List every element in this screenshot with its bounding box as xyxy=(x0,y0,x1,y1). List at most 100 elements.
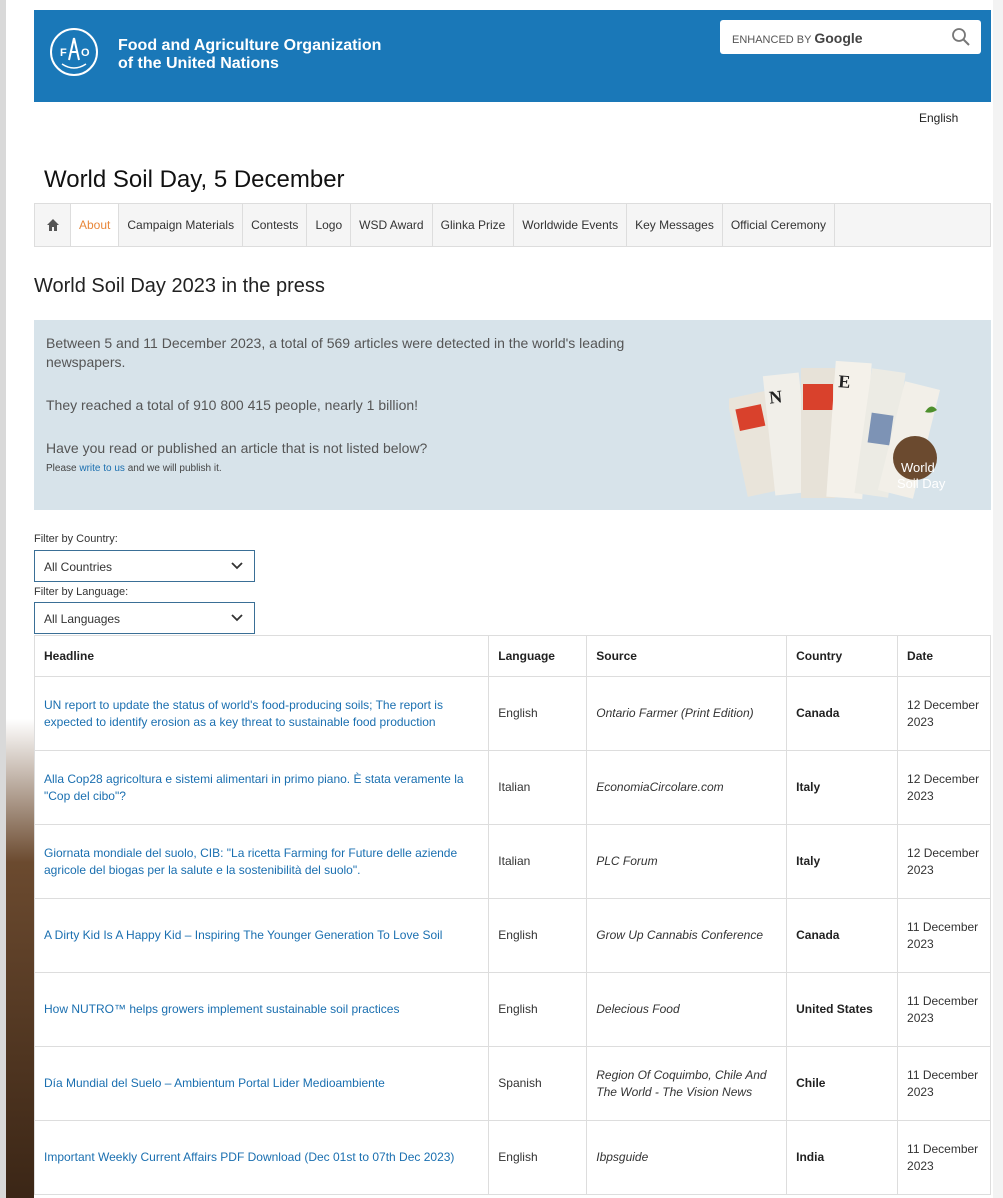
headline-link[interactable]: Giornata mondiale del suolo, CIB: "La ri… xyxy=(44,846,457,877)
newspapers-illustration: N E World Soil Day xyxy=(729,360,946,500)
nav-key-messages[interactable]: Key Messages xyxy=(627,204,723,246)
headline-link[interactable]: Día Mundial del Suelo – Ambientum Portal… xyxy=(44,1076,385,1090)
headline-cell: Giornata mondiale del suolo, CIB: "La ri… xyxy=(33,824,490,899)
nav-home[interactable] xyxy=(35,204,71,246)
language-cell: English xyxy=(488,898,588,973)
headline-link[interactable]: How NUTRO™ helps growers implement susta… xyxy=(44,1002,399,1016)
language-cell: English xyxy=(488,676,588,751)
nav-wsd-award[interactable]: WSD Award xyxy=(351,204,433,246)
page: F O Food and Agriculture Organization of… xyxy=(33,0,993,1198)
country-cell: Canada xyxy=(786,898,899,973)
headline-cell: Important Weekly Current Affairs PDF Dow… xyxy=(33,1120,490,1195)
language-selector[interactable]: English xyxy=(919,111,958,125)
country-filter-value: All Countries xyxy=(44,560,113,574)
svg-text:F: F xyxy=(60,47,67,59)
newspapers-logo-text-1: World xyxy=(901,460,935,475)
column-header-source[interactable]: Source xyxy=(586,635,788,677)
country-cell: Italy xyxy=(786,750,899,825)
country-filter-select[interactable]: All Countries xyxy=(34,550,255,582)
source-cell: Ibpsguide xyxy=(586,1120,788,1195)
nav-worldwide-events[interactable]: Worldwide Events xyxy=(514,204,628,246)
banner-question-text: Have you read or published an article th… xyxy=(46,440,428,456)
write-to-us-link[interactable]: write to us xyxy=(79,463,125,474)
language-cell: Spanish xyxy=(488,1046,588,1121)
nav-about[interactable]: About xyxy=(71,204,120,246)
source-cell: Ontario Farmer (Print Edition) xyxy=(586,676,788,751)
source-cell: Region Of Coquimbo, Chile And The World … xyxy=(586,1046,788,1121)
search-input[interactable]: ENHANCED BY Google xyxy=(720,20,981,54)
country-cell: United States xyxy=(786,972,899,1047)
table-row: Alla Cop28 agricoltura e sistemi aliment… xyxy=(33,750,991,825)
banner-contact-suffix: and we will publish it. xyxy=(124,463,222,474)
svg-text:E: E xyxy=(838,371,851,392)
headline-cell: Alla Cop28 agricoltura e sistemi aliment… xyxy=(33,750,490,825)
country-cell: Italy xyxy=(786,824,899,899)
date-cell: 11 December 2023 xyxy=(897,1120,991,1195)
source-cell: EconomiaCircolare.com xyxy=(586,750,788,825)
search-label: ENHANCED BY Google xyxy=(732,30,863,46)
nav-glinka-prize[interactable]: Glinka Prize xyxy=(432,204,515,246)
date-cell: 11 December 2023 xyxy=(897,972,991,1047)
date-cell: 12 December 2023 xyxy=(897,824,991,899)
column-header-country[interactable]: Country xyxy=(786,635,899,677)
language-cell: English xyxy=(488,972,588,1047)
country-cell: India xyxy=(786,1120,899,1195)
chevron-down-icon xyxy=(231,562,243,570)
country-cell: Canada xyxy=(786,676,899,751)
headline-link[interactable]: Important Weekly Current Affairs PDF Dow… xyxy=(44,1150,454,1164)
nav-contests[interactable]: Contests xyxy=(243,204,308,246)
org-name[interactable]: Food and Agriculture Organization of the… xyxy=(118,37,381,73)
section-title: World Soil Day 2023 in the press xyxy=(34,275,325,297)
column-header-date[interactable]: Date xyxy=(897,635,991,677)
source-cell: Grow Up Cannabis Conference xyxy=(586,898,788,973)
headline-cell: Día Mundial del Suelo – Ambientum Portal… xyxy=(33,1046,490,1121)
column-header-language[interactable]: Language xyxy=(488,635,588,677)
nav-official-ceremony[interactable]: Official Ceremony xyxy=(722,204,835,246)
table-row: A Dirty Kid Is A Happy Kid – Inspiring T… xyxy=(33,898,991,973)
headline-link[interactable]: UN report to update the status of world'… xyxy=(44,698,443,729)
fao-logo-icon[interactable]: F O xyxy=(50,28,98,76)
svg-text:N: N xyxy=(768,386,783,407)
newspapers-logo-text-2: Soil Day xyxy=(897,476,946,491)
table-row: Día Mundial del Suelo – Ambientum Portal… xyxy=(33,1046,991,1121)
headline-cell: A Dirty Kid Is A Happy Kid – Inspiring T… xyxy=(33,898,490,973)
background-right xyxy=(993,0,1003,1198)
language-cell: Italian xyxy=(488,824,588,899)
language-cell: English xyxy=(488,1120,588,1195)
language-cell: Italian xyxy=(488,750,588,825)
banner-contact-text: Please write to us and we will publish i… xyxy=(46,463,222,474)
headline-cell: How NUTRO™ helps growers implement susta… xyxy=(33,972,490,1047)
press-banner: Between 5 and 11 December 2023, a total … xyxy=(34,320,991,510)
headline-link[interactable]: A Dirty Kid Is A Happy Kid – Inspiring T… xyxy=(44,928,442,942)
nav-logo[interactable]: Logo xyxy=(307,204,352,246)
search-label-prefix: ENHANCED BY xyxy=(732,34,812,46)
home-icon xyxy=(46,219,59,231)
language-filter-select[interactable]: All Languages xyxy=(34,602,255,634)
chevron-down-icon xyxy=(231,614,243,622)
site-header: F O Food and Agriculture Organization of… xyxy=(34,10,991,102)
org-name-line1: Food and Agriculture Organization xyxy=(118,37,382,54)
date-cell: 12 December 2023 xyxy=(897,676,991,751)
filter-country-label: Filter by Country: xyxy=(34,533,118,545)
column-header-headline[interactable]: Headline xyxy=(33,635,490,677)
banner-contact-prefix: Please xyxy=(46,463,80,474)
headline-link[interactable]: Alla Cop28 agricoltura e sistemi aliment… xyxy=(44,772,464,803)
nav-campaign-materials[interactable]: Campaign Materials xyxy=(119,204,244,246)
table-row: Giornata mondiale del suolo, CIB: "La ri… xyxy=(33,824,991,899)
source-cell: Delecious Food xyxy=(586,972,788,1047)
svg-text:O: O xyxy=(81,47,90,59)
banner-articles-text: Between 5 and 11 December 2023, a total … xyxy=(46,335,625,370)
press-table: Headline Language Source Country Date UN… xyxy=(33,635,991,1195)
org-name-line2: of the United Nations xyxy=(118,55,279,72)
table-row: Important Weekly Current Affairs PDF Dow… xyxy=(33,1120,991,1195)
background-stripe xyxy=(0,0,6,1198)
source-cell: PLC Forum xyxy=(586,824,788,899)
search-icon[interactable] xyxy=(951,27,971,47)
date-cell: 11 December 2023 xyxy=(897,898,991,973)
table-row: How NUTRO™ helps growers implement susta… xyxy=(33,972,991,1047)
banner-reach-text: They reached a total of 910 800 415 peop… xyxy=(46,397,419,413)
language-filter-value: All Languages xyxy=(44,612,121,626)
date-cell: 11 December 2023 xyxy=(897,1046,991,1121)
table-header-row: Headline Language Source Country Date xyxy=(33,635,991,677)
date-cell: 12 December 2023 xyxy=(897,750,991,825)
